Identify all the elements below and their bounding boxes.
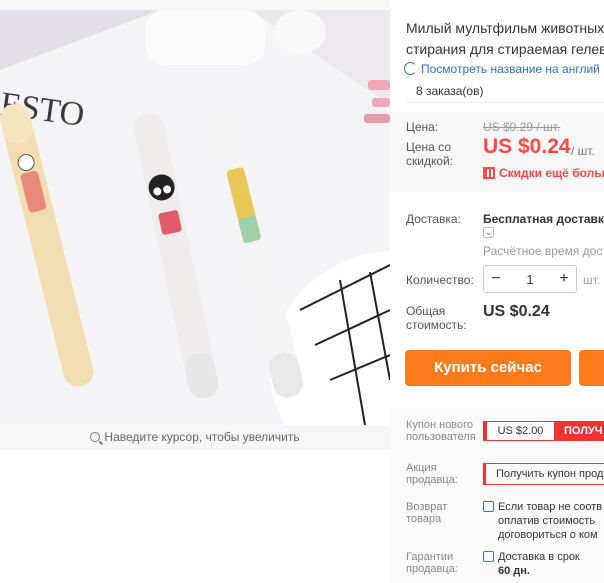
total-label-1: Общая	[406, 304, 446, 318]
return-line-3: договориться о ком	[498, 529, 598, 541]
qr-code-icon	[483, 167, 495, 179]
product-title-line-1: Милый мультфильм животных	[406, 20, 604, 36]
return-label-2: товара	[406, 513, 442, 525]
more-discounts-link[interactable]: Скидки ещё больше	[483, 166, 604, 180]
add-to-cart-button[interactable]	[579, 350, 604, 386]
coupon-get-button[interactable]: ПОЛУЧ	[554, 422, 604, 440]
discount-price-label: Цена со скидкой:	[406, 140, 453, 168]
product-title: Милый мультфильм животных стирания для с…	[406, 18, 604, 60]
seller-promo-label: Акция продавца:	[406, 462, 458, 486]
seller-promo-label-2: продавца:	[406, 474, 458, 486]
total-label-2: стоимость:	[406, 318, 467, 332]
orders-count: 8 заказа(ов)	[406, 80, 604, 103]
more-discounts-text: Скидки ещё больше	[499, 166, 604, 180]
return-line-1: Если товар не соотв	[498, 501, 603, 513]
price-old: US $0.29 / шт.	[483, 120, 561, 134]
guarantee-label-2: продавца:	[406, 563, 458, 575]
return-label-1: Возврат	[406, 501, 448, 513]
new-user-coupon-label: Купон нового пользователя	[406, 419, 476, 443]
shipping-label: Доставка:	[406, 212, 461, 226]
guarantee-line-1: Доставка в срок	[498, 551, 580, 563]
product-info-panel: Милый мультфильм животных стирания для с…	[390, 0, 604, 583]
product-gallery: ESTO Наведите курсор, чтобы увеличить	[0, 0, 390, 450]
shipping-chevron-down-icon[interactable]: ⌄	[483, 227, 494, 238]
coupon-value: US $2.00	[484, 422, 554, 440]
product-image[interactable]: ESTO	[0, 10, 390, 425]
new-user-coupon[interactable]: US $2.00 ПОЛУЧ	[483, 421, 604, 441]
product-title-line-2: стирания для стираемая гелев	[406, 41, 604, 57]
translate-link-text: Посмотреть название на англий	[421, 62, 600, 76]
discount-price-label-1: Цена со	[406, 140, 451, 154]
return-line-2: оплатив стоимость	[498, 515, 596, 527]
price-label: Цена:	[406, 120, 439, 134]
discount-price-label-2: скидкой:	[406, 154, 454, 168]
seller-promo-label-1: Акция	[406, 462, 437, 474]
guarantee-line-2: 60 дн.	[498, 565, 530, 577]
product-page: ESTO Наведите курсор, чтобы увеличить Ми…	[0, 0, 604, 583]
shipping-estimate: Расчётное время доста	[483, 244, 604, 258]
quantity-increase-button[interactable]: +	[552, 270, 576, 288]
quantity-unit: шт. (	[583, 273, 604, 287]
zoom-hint: Наведите курсор, чтобы увеличить	[0, 430, 390, 444]
quantity-input[interactable]: 1	[508, 272, 552, 287]
zoom-hint-text: Наведите курсор, чтобы увеличить	[104, 430, 300, 444]
magnifier-icon	[90, 432, 101, 442]
return-label: Возврат товара	[406, 501, 447, 525]
guarantee-label: Гарантии продавца:	[406, 551, 458, 575]
new-user-coupon-label-2: пользователя	[406, 431, 476, 443]
quantity-stepper: − 1 +	[483, 265, 577, 293]
total-value: US $0.24	[483, 303, 550, 320]
shipping-value: Бесплатная доставка	[483, 212, 604, 226]
seller-promo-coupon[interactable]: Получить купон прод	[483, 463, 604, 485]
guarantee-policy: Доставка в срок 60 дн.	[483, 550, 580, 578]
quantity-label: Количество:	[406, 273, 474, 287]
return-policy: Если товар не соотв оплатив стоимость до…	[483, 500, 602, 542]
new-user-coupon-label-1: Купон нового	[406, 419, 474, 431]
guarantee-label-1: Гарантии	[406, 551, 454, 563]
price-current: US $0.24	[483, 135, 571, 158]
price-unit: / шт.	[571, 144, 595, 158]
translate-icon	[404, 62, 417, 75]
return-policy-icon	[483, 501, 494, 512]
total-label: Общая стоимость:	[406, 304, 467, 332]
translate-link[interactable]: Посмотреть название на англий	[404, 62, 600, 76]
product-photo-illustration: ESTO	[0, 10, 390, 425]
delivery-truck-icon	[483, 551, 494, 562]
buy-now-button[interactable]: Купить сейчас	[405, 350, 571, 386]
quantity-decrease-button[interactable]: −	[484, 270, 508, 288]
